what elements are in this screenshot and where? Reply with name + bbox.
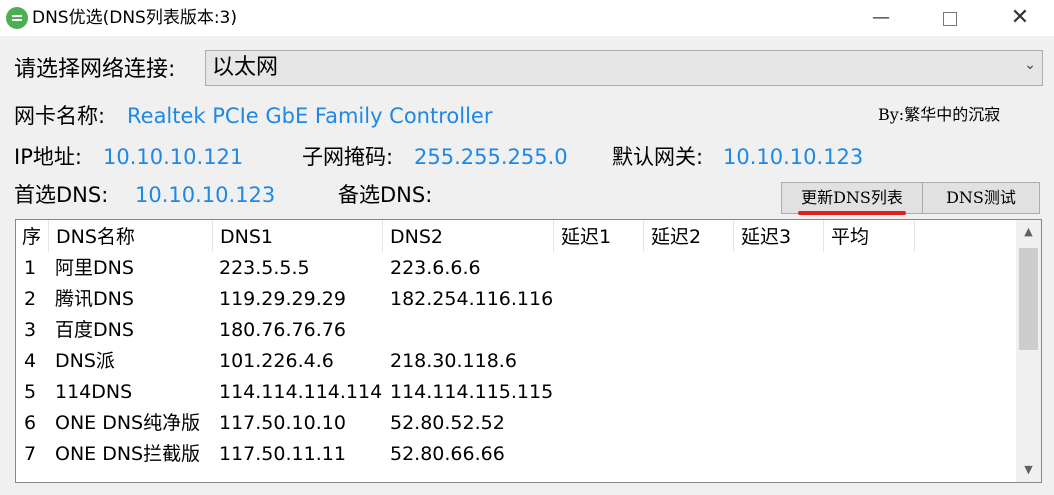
- table-header: 序 DNS名称 DNS1 DNS2 延迟1 延迟2 延迟3 平均: [16, 220, 1016, 252]
- connection-select-value: 以太网: [212, 55, 279, 80]
- primary-dns-label: 首选DNS:: [14, 183, 109, 207]
- column-header-name[interactable]: DNS名称: [49, 220, 213, 252]
- cell-name: ONE DNS拦截版: [55, 443, 201, 465]
- cell-dns1: 223.5.5.5: [219, 257, 310, 279]
- cell-index: 4: [24, 350, 37, 372]
- connection-select[interactable]: 以太网 ⌄: [205, 50, 1043, 86]
- scroll-up-icon[interactable]: ▲: [1016, 220, 1041, 244]
- cell-dns1: 119.29.29.29: [219, 288, 346, 310]
- cell-dns2: 114.114.115.115: [390, 381, 554, 403]
- column-header-latency2[interactable]: 延迟2: [644, 220, 734, 252]
- cell-dns2: [382, 315, 390, 346]
- title-bar: DNS优选(DNS列表版本:3) — ✕: [0, 0, 1054, 36]
- cell-index: 6: [24, 412, 37, 434]
- minimize-button[interactable]: —: [858, 0, 904, 36]
- column-header-dns2[interactable]: DNS2: [383, 220, 554, 252]
- cell-index: 2: [24, 288, 37, 310]
- subnet-label: 子网掩码:: [302, 145, 394, 169]
- cell-index: 1: [24, 257, 37, 279]
- vertical-scrollbar[interactable]: ▲ ▼: [1016, 220, 1041, 482]
- cell-name: 阿里DNS: [55, 257, 134, 279]
- cell-dns1: 117.50.11.11: [219, 443, 346, 465]
- table-row[interactable]: 3 百度DNS 180.76.76.76: [16, 315, 1016, 346]
- scrollbar-thumb[interactable]: [1019, 248, 1038, 350]
- cell-dns2: 223.6.6.6: [390, 257, 481, 279]
- highlight-underline: [798, 211, 906, 215]
- primary-dns-value: 10.10.10.123: [135, 183, 276, 207]
- table-row[interactable]: 5 114DNS 114.114.114.114 114.114.115.115: [16, 377, 1016, 408]
- column-header-average[interactable]: 平均: [824, 220, 915, 252]
- gateway-label: 默认网关:: [612, 145, 704, 169]
- cell-dns1: 114.114.114.114: [219, 381, 383, 403]
- table-row[interactable]: 7 ONE DNS拦截版 117.50.11.11 52.80.66.66: [16, 439, 1016, 470]
- dns-table[interactable]: 序 DNS名称 DNS1 DNS2 延迟1 延迟2 延迟3 平均 1 阿里DNS…: [15, 219, 1042, 483]
- scroll-down-icon[interactable]: ▼: [1016, 458, 1041, 482]
- column-header-index[interactable]: 序: [16, 220, 49, 252]
- adapter-value: Realtek PCIe GbE Family Controller: [127, 104, 493, 128]
- cell-index: 3: [24, 319, 37, 341]
- chevron-down-icon: ⌄: [1024, 57, 1036, 73]
- table-row[interactable]: 2 腾讯DNS 119.29.29.29 182.254.116.116: [16, 284, 1016, 315]
- cell-dns1: 117.50.10.10: [219, 412, 346, 434]
- cell-name: ONE DNS纯净版: [55, 412, 201, 434]
- table-row[interactable]: 4 DNS派 101.226.4.6 218.30.118.6: [16, 346, 1016, 377]
- cell-dns2: 52.80.52.52: [390, 412, 505, 434]
- column-header-latency1[interactable]: 延迟1: [554, 220, 644, 252]
- subnet-value: 255.255.255.0: [414, 145, 568, 169]
- maximize-button[interactable]: [927, 0, 973, 36]
- table-row[interactable]: 6 ONE DNS纯净版 117.50.10.10 52.80.52.52: [16, 408, 1016, 439]
- cell-dns2: 218.30.118.6: [390, 350, 517, 372]
- column-header-latency3[interactable]: 延迟3: [734, 220, 824, 252]
- author-credit: By:繁华中的沉寂: [878, 105, 1001, 124]
- window-title: DNS优选(DNS列表版本:3): [32, 8, 238, 28]
- update-dns-list-button[interactable]: 更新DNS列表: [781, 182, 923, 214]
- adapter-label: 网卡名称:: [14, 104, 106, 128]
- cell-name: 腾讯DNS: [55, 288, 134, 310]
- ip-value: 10.10.10.121: [103, 145, 244, 169]
- dns-test-button[interactable]: DNS测试: [922, 182, 1040, 214]
- cell-dns2: 52.80.66.66: [390, 443, 505, 465]
- cell-dns1: 180.76.76.76: [219, 319, 346, 341]
- cell-index: 5: [24, 381, 37, 403]
- maximize-icon: [943, 11, 957, 26]
- column-header-dns1[interactable]: DNS1: [213, 220, 383, 252]
- cell-name: 百度DNS: [55, 319, 134, 341]
- gateway-value: 10.10.10.123: [723, 145, 864, 169]
- table-row[interactable]: 1 阿里DNS 223.5.5.5 223.6.6.6: [16, 253, 1016, 284]
- cell-dns2: 182.254.116.116: [390, 288, 554, 310]
- ip-label: IP地址:: [14, 145, 82, 169]
- app-icon: [6, 7, 28, 29]
- cell-name: 114DNS: [55, 381, 133, 403]
- connection-label: 请选择网络连接:: [14, 57, 176, 82]
- cell-index: 7: [24, 443, 37, 465]
- cell-name: DNS派: [55, 350, 115, 372]
- cell-dns1: 101.226.4.6: [219, 350, 334, 372]
- close-button[interactable]: ✕: [997, 0, 1043, 36]
- secondary-dns-label: 备选DNS:: [338, 183, 433, 207]
